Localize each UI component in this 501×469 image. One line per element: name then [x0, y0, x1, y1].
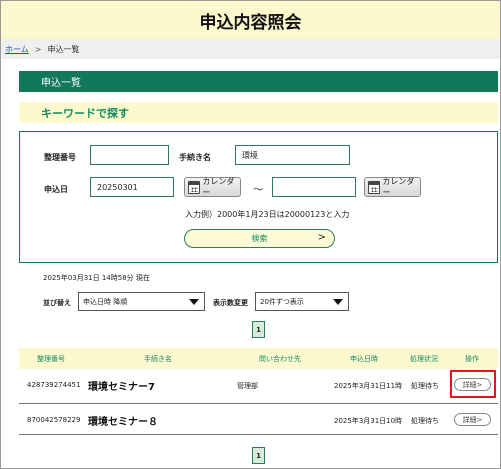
header-apply-date: 申込日時	[350, 355, 378, 363]
header-contact: 問い合わせ先	[259, 355, 301, 363]
table-header: 整理番号 手続き名 問い合わせ先 申込日時 処理状況 操作	[19, 348, 498, 369]
calendar-from-label: カレンダー	[202, 177, 235, 197]
search-button[interactable]: 検索 >	[184, 229, 335, 248]
reference-no-label: 整理番号	[44, 153, 76, 162]
sort-selected-value: 申込日時 降順	[83, 297, 128, 306]
breadcrumb-current: 申込一覧	[47, 44, 80, 54]
row-reference-no: 428739274451	[27, 381, 81, 389]
section-title: 申込一覧	[41, 78, 81, 89]
page-number: 1	[256, 451, 261, 460]
keyword-search-title: キーワードで探す	[41, 106, 129, 120]
page-title: 申込内容照会	[199, 12, 302, 33]
date-range-separator: ～	[253, 185, 263, 196]
date-to-input[interactable]	[272, 177, 356, 197]
row-reference-no: 870042578229	[27, 416, 81, 424]
search-form: 整理番号 手続き名 環境 申込日 20250301 カレンダー ～ カレンダー …	[19, 131, 498, 263]
apply-date-label: 申込日	[44, 185, 68, 194]
row-procedure-name: 環境セミナー7	[88, 382, 155, 393]
dropdown-arrow-icon	[189, 299, 199, 305]
header-procedure-name: 手続き名	[144, 355, 172, 363]
section-title-bar: 申込一覧	[19, 71, 498, 92]
calendar-from-button[interactable]: カレンダー	[184, 177, 241, 197]
pagination-page-top[interactable]: 1	[252, 321, 265, 338]
breadcrumb-home-link[interactable]: ホーム	[5, 44, 29, 55]
display-count-select[interactable]: 20件ずつ表示	[255, 292, 349, 311]
row-divider	[19, 403, 498, 404]
page-number: 1	[256, 325, 261, 334]
date-input-hint: 入力例）2000年1月23日は20000123と入力	[185, 210, 350, 219]
breadcrumb: ホーム > 申込一覧	[1, 39, 500, 59]
sort-select[interactable]: 申込日時 降順	[78, 292, 205, 311]
calendar-icon	[368, 180, 381, 194]
chevron-right-icon: >	[317, 232, 326, 243]
pagination-page-bottom[interactable]: 1	[252, 447, 265, 464]
dropdown-arrow-icon	[333, 299, 343, 305]
display-count-label: 表示数変更	[213, 299, 248, 307]
calendar-icon	[188, 180, 201, 194]
procedure-name-input[interactable]: 環境	[235, 145, 350, 165]
header-status: 処理状況	[410, 355, 438, 363]
detail-button-label: 詳細>	[462, 415, 483, 424]
reference-no-input[interactable]	[90, 145, 169, 165]
row-status: 処理待ち	[411, 382, 439, 390]
calendar-to-button[interactable]: カレンダー	[364, 177, 421, 197]
row-procedure-name: 環境セミナー８	[88, 417, 158, 428]
row-apply-date: 2025年3月31日11時	[334, 382, 403, 390]
search-button-label: 検索	[251, 234, 268, 243]
row-contact: 管理部	[237, 382, 258, 390]
page-header: 申込内容照会	[1, 1, 500, 39]
row-apply-date: 2025年3月31日10時	[334, 417, 403, 425]
header-action: 操作	[465, 355, 479, 363]
current-timestamp: 2025年03月31日 14時58分 現在	[43, 274, 150, 282]
procedure-name-label: 手続き名	[179, 153, 211, 162]
header-reference-no: 整理番号	[37, 355, 65, 363]
display-count-selected-value: 20件ずつ表示	[260, 297, 304, 306]
date-from-input[interactable]: 20250301	[90, 177, 174, 197]
breadcrumb-separator: >	[34, 44, 42, 54]
detail-button[interactable]: 詳細>	[454, 413, 491, 426]
row-divider	[19, 434, 498, 435]
keyword-search-heading: キーワードで探す	[19, 102, 498, 123]
sort-label: 並び替え	[43, 299, 71, 307]
row-status: 処理待ち	[411, 417, 439, 425]
calendar-to-label: カレンダー	[382, 177, 415, 197]
highlight-box	[450, 370, 496, 398]
